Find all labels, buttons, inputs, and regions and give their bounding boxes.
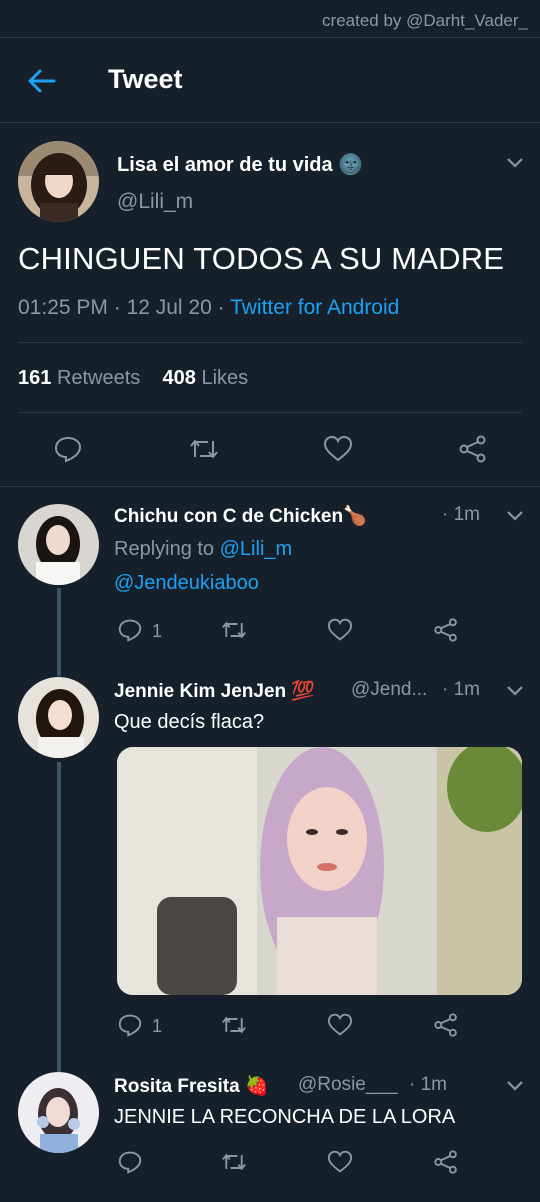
- tweet-text: CHINGUEN TODOS A SU MADRE: [18, 241, 505, 276]
- reply-author-name[interactable]: Chichu con C de Chicken🍗: [114, 504, 367, 528]
- reply-time: · 1m: [442, 504, 480, 525]
- page-title: Tweet: [108, 64, 183, 94]
- divider: [18, 412, 522, 413]
- avatar[interactable]: [18, 141, 99, 222]
- divider: [18, 342, 522, 343]
- chevron-down-icon[interactable]: [506, 156, 524, 168]
- share-icon[interactable]: [458, 435, 488, 468]
- name-emoji: 🌚: [338, 154, 364, 176]
- main-tweet: Lisa el amor de tu vida 🌚 @Lili_m CHINGU…: [0, 124, 540, 487]
- tweet-source-link[interactable]: Twitter for Android: [230, 296, 399, 319]
- retweet-icon[interactable]: [220, 618, 248, 647]
- name-emoji: 💯: [291, 681, 316, 702]
- avatar[interactable]: [18, 1072, 99, 1153]
- chevron-down-icon[interactable]: [506, 684, 524, 696]
- tweet-metadata: 01:25 PM · 12 Jul 20 · Twitter for Andro…: [18, 296, 400, 319]
- watermark-credit: created by @Darht_Vader_: [0, 0, 540, 38]
- reply-text: JENNIE LA RECONCHA DE LA LORA: [114, 1106, 456, 1128]
- name-emoji: 🍗: [343, 506, 367, 527]
- like-icon[interactable]: [327, 618, 353, 647]
- reply-icon[interactable]: [117, 1013, 143, 1042]
- like-icon[interactable]: [327, 1013, 353, 1042]
- chevron-down-icon[interactable]: [506, 1079, 524, 1091]
- author-handle[interactable]: @Lili_m: [117, 190, 193, 214]
- reply-time: · 1m: [409, 1074, 447, 1095]
- tweet-media-image[interactable]: [117, 747, 522, 995]
- name-emoji: 🍓: [244, 1076, 269, 1097]
- like-icon[interactable]: [323, 435, 353, 468]
- share-icon[interactable]: [433, 1013, 459, 1042]
- engagement-stats: 161 Retweets 408 Likes: [18, 367, 248, 390]
- like-icon[interactable]: [327, 1150, 353, 1179]
- mention-link[interactable]: @Jendeukiaboo: [114, 572, 259, 595]
- chevron-down-icon[interactable]: [506, 509, 524, 521]
- retweets-stat[interactable]: 161 Retweets: [18, 367, 140, 389]
- reply-tweet[interactable]: Chichu con C de Chicken🍗 · 1m Replying t…: [0, 488, 540, 663]
- reply-handle[interactable]: @Jend...: [351, 679, 427, 701]
- tweet-time: 01:25 PM: [18, 296, 108, 319]
- likes-stat[interactable]: 408 Likes: [163, 367, 249, 389]
- reply-tweet[interactable]: Rosita Fresita 🍓 @Rosie___ · 1m JENNIE L…: [0, 1058, 540, 1202]
- share-icon[interactable]: [433, 618, 459, 647]
- avatar[interactable]: [18, 677, 99, 758]
- reply-author-name[interactable]: Rosita Fresita 🍓: [114, 1074, 269, 1098]
- replying-to: Replying to @Lili_m: [114, 538, 293, 560]
- retweet-icon[interactable]: [220, 1013, 248, 1042]
- replying-to-handle[interactable]: @Lili_m: [220, 538, 293, 560]
- reply-icon[interactable]: [117, 618, 143, 647]
- retweet-icon[interactable]: [220, 1150, 248, 1179]
- reply-time: · 1m: [442, 679, 480, 700]
- share-icon[interactable]: [433, 1150, 459, 1179]
- reply-text: Que decís flaca?: [114, 711, 265, 733]
- reply-handle[interactable]: @Rosie___: [298, 1074, 398, 1096]
- tweet-date: 12 Jul 20: [126, 296, 212, 319]
- reply-author-name[interactable]: Jennie Kim JenJen 💯: [114, 679, 315, 703]
- reply-count: 1: [152, 1016, 163, 1036]
- retweet-icon[interactable]: [188, 435, 220, 468]
- reply-count: 1: [152, 621, 163, 641]
- reply-icon[interactable]: [117, 1150, 143, 1179]
- reply-icon[interactable]: [53, 435, 83, 468]
- back-arrow-icon[interactable]: [26, 67, 58, 95]
- author-display-name[interactable]: Lisa el amor de tu vida 🌚: [117, 152, 363, 177]
- avatar[interactable]: [18, 504, 99, 585]
- app-bar: Tweet: [0, 39, 540, 123]
